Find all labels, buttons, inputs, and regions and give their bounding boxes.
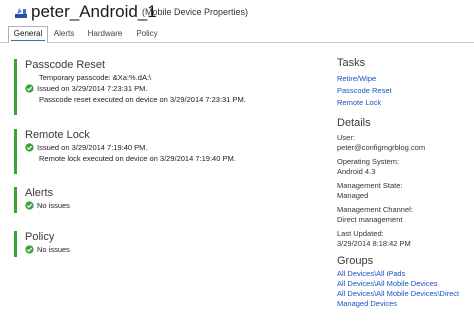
status-row: No issues xyxy=(25,244,70,255)
passcode-reset-link[interactable]: Passcode Reset xyxy=(337,85,467,97)
alerts-section: Alerts No issues xyxy=(14,187,70,213)
detail-user: User: peter@configmgrblog.com xyxy=(337,133,467,153)
tab-bar: General Alerts Hardware Policy xyxy=(0,26,474,43)
detail-label: Management State: xyxy=(337,181,403,190)
tab-policy[interactable]: Policy xyxy=(134,27,160,41)
detail-value: Managed xyxy=(337,191,369,200)
temporary-passcode: Temporary passcode: &Xa:%.dA:\ xyxy=(39,73,152,82)
group-link[interactable]: All Devices\All Mobile Devices xyxy=(337,279,467,289)
detail-label: Operating System: xyxy=(337,157,400,166)
remote-lock-link[interactable]: Remote Lock xyxy=(337,97,467,109)
tab-hardware[interactable]: Hardware xyxy=(86,27,124,41)
detail-label: Last Updated: xyxy=(337,229,384,238)
section-title: Passcode Reset xyxy=(25,59,106,71)
device-logo-icon xyxy=(15,8,27,18)
detail-label: User: xyxy=(337,133,355,142)
tab-alerts[interactable]: Alerts xyxy=(51,27,77,41)
issued-text: Issued on 3/29/2014 7:19:40 PM. xyxy=(37,143,148,152)
detail-management-state: Management State: Managed xyxy=(337,181,467,201)
status-row: No issues xyxy=(25,200,70,211)
executed-text: Passcode reset executed on device on 3/2… xyxy=(39,95,246,104)
remote-lock-section: Remote Lock Issued on 3/29/2014 7:19:40 … xyxy=(14,129,236,174)
status-row: Issued on 3/29/2014 7:23:31 PM. xyxy=(25,83,246,94)
issued-text: Issued on 3/29/2014 7:23:31 PM. xyxy=(37,84,148,93)
right-panel: Tasks Retire/Wipe Passcode Reset Remote … xyxy=(337,57,467,309)
check-circle-icon xyxy=(25,143,34,152)
header: peter_Android_1 (Mobile Device Propertie… xyxy=(0,0,474,26)
tasks-title: Tasks xyxy=(337,57,366,69)
group-link[interactable]: All Devices\All Mobile Devices\Direct xyxy=(337,289,467,299)
check-circle-icon xyxy=(25,201,34,210)
status-text: No issues xyxy=(37,201,70,210)
detail-value: 3/29/2014 8:18:42 PM xyxy=(337,239,411,248)
passcode-reset-section: Passcode Reset Temporary passcode: &Xa:%… xyxy=(14,59,246,115)
detail-value: Android 4.3 xyxy=(337,167,376,176)
group-link[interactable]: Managed Devices xyxy=(337,299,467,309)
page-title: peter_Android_1 xyxy=(31,2,157,21)
check-circle-icon xyxy=(25,245,34,254)
groups-title: Groups xyxy=(337,255,374,267)
detail-last-updated: Last Updated: 3/29/2014 8:18:42 PM xyxy=(337,229,467,249)
tab-general[interactable]: General xyxy=(8,26,48,43)
detail-label: Management Channel: xyxy=(337,205,413,214)
detail-value: Direct management xyxy=(337,215,403,224)
section-title: Remote Lock xyxy=(25,129,90,141)
detail-value: peter@configmgrblog.com xyxy=(337,143,426,152)
status-row: Issued on 3/29/2014 7:19:40 PM. xyxy=(25,142,236,153)
group-link[interactable]: All Devices\All iPads xyxy=(337,269,467,279)
detail-os: Operating System: Android 4.3 xyxy=(337,157,467,177)
page-subtitle: (Mobile Device Properties) xyxy=(142,7,249,17)
executed-text: Remote lock executed on device on 3/29/2… xyxy=(39,154,236,163)
policy-section: Policy No issues xyxy=(14,231,70,257)
detail-management-channel: Management Channel: Direct management xyxy=(337,205,467,225)
check-circle-icon xyxy=(25,84,34,93)
retire-wipe-link[interactable]: Retire/Wipe xyxy=(337,73,467,85)
section-title: Alerts xyxy=(25,187,54,199)
status-text: No issues xyxy=(37,245,70,254)
details-title: Details xyxy=(337,117,371,129)
section-title: Policy xyxy=(25,231,55,243)
